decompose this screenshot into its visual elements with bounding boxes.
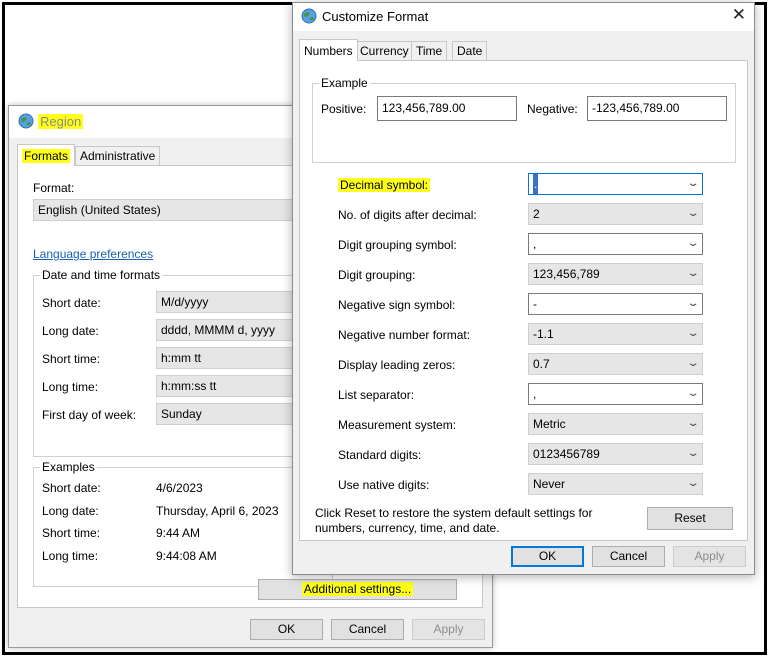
display-leading-zeros-select[interactable]: 0.7 ⌄ bbox=[528, 353, 703, 375]
tab-administrative[interactable]: Administrative bbox=[75, 146, 161, 166]
reset-description-line-1: Click Reset to restore the system defaul… bbox=[315, 506, 593, 520]
example-long-date-label: Long date: bbox=[42, 504, 99, 518]
short-time-label: Short time: bbox=[42, 352, 101, 366]
negative-number-format-select[interactable]: -1.1 ⌄ bbox=[528, 323, 703, 345]
display-leading-zeros-value: 0.7 bbox=[533, 357, 550, 371]
negative-sign-symbol-select[interactable]: - ⌄ bbox=[528, 293, 703, 315]
customize-format-dialog: Customize Format ✕ Numbers Currency Time… bbox=[292, 2, 755, 575]
datetime-formats-title: Date and time formats bbox=[40, 268, 163, 282]
customize-ok-button[interactable]: OK bbox=[511, 546, 584, 567]
example-short-date-label: Short date: bbox=[42, 481, 101, 495]
examples-title: Examples bbox=[40, 460, 97, 474]
long-time-label: Long time: bbox=[42, 380, 99, 394]
decimal-symbol-value: . bbox=[533, 174, 539, 194]
tab-administrative-label: Administrative bbox=[80, 149, 156, 163]
list-separator-value: , bbox=[533, 387, 537, 401]
globe-icon bbox=[18, 113, 34, 132]
chevron-down-icon: ⌄ bbox=[686, 328, 700, 339]
tab-date[interactable]: Date bbox=[452, 41, 488, 61]
chevron-down-icon: ⌄ bbox=[686, 238, 700, 249]
tab-currency[interactable]: Currency bbox=[355, 41, 414, 61]
short-date-label: Short date: bbox=[42, 296, 101, 310]
use-native-digits-value: Never bbox=[533, 477, 566, 491]
region-cancel-button[interactable]: Cancel bbox=[331, 619, 404, 640]
numbers-panel: Example Positive: 123,456,789.00 Negativ… bbox=[299, 60, 748, 541]
chevron-down-icon: ⌄ bbox=[686, 268, 700, 279]
example-group: Example Positive: 123,456,789.00 Negativ… bbox=[312, 76, 736, 163]
reset-button[interactable]: Reset bbox=[647, 507, 733, 530]
list-separator-label: List separator: bbox=[338, 388, 415, 402]
tab-numbers[interactable]: Numbers bbox=[299, 39, 358, 61]
format-select[interactable]: English (United States) bbox=[33, 199, 323, 221]
negative-sign-symbol-label: Negative sign symbol: bbox=[338, 298, 456, 312]
tab-formats[interactable]: Formats bbox=[17, 144, 76, 166]
chevron-down-icon: ⌄ bbox=[686, 478, 700, 489]
standard-digits-select[interactable]: 0123456789 ⌄ bbox=[528, 443, 703, 465]
example-long-time-label: Long time: bbox=[42, 549, 99, 563]
positive-example-field: 123,456,789.00 bbox=[377, 96, 517, 121]
example-short-time-value: 9:44 AM bbox=[156, 526, 201, 540]
chevron-down-icon: ⌄ bbox=[686, 388, 700, 399]
customize-format-titlebar[interactable]: Customize Format ✕ bbox=[293, 3, 754, 31]
digit-grouping-symbol-label: Digit grouping symbol: bbox=[338, 238, 457, 252]
negative-number-format-value: -1.1 bbox=[533, 327, 554, 341]
additional-settings-label: Additional settings... bbox=[301, 582, 414, 596]
measurement-system-select[interactable]: Metric ⌄ bbox=[528, 413, 703, 435]
use-native-digits-select[interactable]: Never ⌄ bbox=[528, 473, 703, 495]
measurement-system-value: Metric bbox=[533, 417, 566, 431]
datetime-formats-group: Date and time formats Short date: M/d/yy… bbox=[33, 268, 336, 457]
negative-example-field: -123,456,789.00 bbox=[587, 96, 727, 121]
additional-settings-button[interactable]: Additional settings... bbox=[258, 579, 457, 600]
customize-format-title: Customize Format bbox=[322, 9, 429, 24]
example-short-time-label: Short time: bbox=[42, 526, 101, 540]
customize-cancel-button[interactable]: Cancel bbox=[592, 546, 665, 567]
region-ok-button[interactable]: OK bbox=[250, 619, 323, 640]
chevron-down-icon: ⌄ bbox=[686, 418, 700, 429]
format-label: Format: bbox=[33, 181, 75, 195]
negative-label: Negative: bbox=[527, 102, 578, 116]
region-title: Region bbox=[38, 114, 84, 129]
long-date-label: Long date: bbox=[42, 324, 99, 338]
globe-icon bbox=[301, 8, 317, 27]
negative-number-format-label: Negative number format: bbox=[338, 328, 471, 342]
list-separator-select[interactable]: , ⌄ bbox=[528, 383, 703, 405]
region-apply-button[interactable]: Apply bbox=[412, 619, 485, 640]
digit-grouping-symbol-select[interactable]: , ⌄ bbox=[528, 233, 703, 255]
digits-after-decimal-select[interactable]: 2 ⌄ bbox=[528, 203, 703, 225]
tab-formats-label: Formats bbox=[22, 149, 71, 163]
display-leading-zeros-label: Display leading zeros: bbox=[338, 358, 456, 372]
examples-group: Examples Short date: 4/6/2023 Long date:… bbox=[33, 460, 333, 587]
decimal-symbol-label: Decimal symbol: bbox=[338, 178, 431, 192]
negative-sign-symbol-value: - bbox=[533, 297, 537, 311]
digit-grouping-symbol-value: , bbox=[533, 237, 537, 251]
digits-after-decimal-value: 2 bbox=[533, 207, 540, 221]
standard-digits-value: 0123456789 bbox=[533, 447, 600, 461]
measurement-system-label: Measurement system: bbox=[338, 418, 457, 432]
digit-grouping-label: Digit grouping: bbox=[338, 268, 416, 282]
close-icon[interactable]: ✕ bbox=[732, 5, 746, 25]
example-long-time-value: 9:44:08 AM bbox=[156, 549, 217, 563]
positive-label: Positive: bbox=[321, 102, 367, 116]
tab-time[interactable]: Time bbox=[411, 41, 448, 61]
chevron-down-icon: ⌄ bbox=[686, 298, 700, 309]
customize-apply-button[interactable]: Apply bbox=[673, 546, 746, 567]
digits-after-decimal-label: No. of digits after decimal: bbox=[338, 208, 477, 222]
chevron-down-icon: ⌄ bbox=[686, 448, 700, 459]
digit-grouping-value: 123,456,789 bbox=[533, 267, 600, 281]
reset-description-line-2: numbers, currency, time, and date. bbox=[315, 521, 500, 535]
use-native-digits-label: Use native digits: bbox=[338, 478, 430, 492]
chevron-down-icon: ⌄ bbox=[686, 178, 700, 189]
chevron-down-icon: ⌄ bbox=[686, 208, 700, 219]
example-long-date-value: Thursday, April 6, 2023 bbox=[156, 504, 279, 518]
example-group-title: Example bbox=[319, 76, 370, 90]
decimal-symbol-select[interactable]: . ⌄ bbox=[528, 173, 703, 195]
first-day-of-week-label: First day of week: bbox=[42, 408, 137, 422]
chevron-down-icon: ⌄ bbox=[686, 358, 700, 369]
language-preferences-link[interactable]: Language preferences bbox=[33, 247, 153, 261]
example-short-date-value: 4/6/2023 bbox=[156, 481, 203, 495]
digit-grouping-select[interactable]: 123,456,789 ⌄ bbox=[528, 263, 703, 285]
standard-digits-label: Standard digits: bbox=[338, 448, 422, 462]
